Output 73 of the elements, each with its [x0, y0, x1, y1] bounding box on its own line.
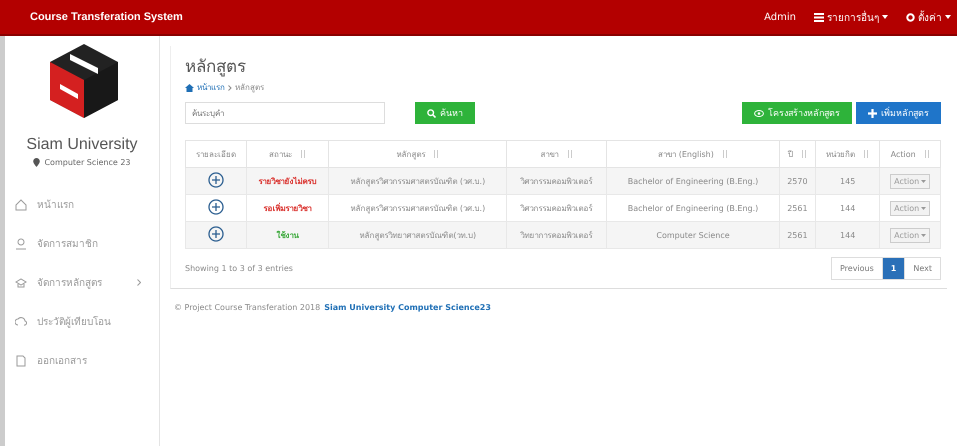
- graduation-cap-icon: [15, 276, 27, 288]
- add-course-button[interactable]: เพิ่มหลักสูตร: [856, 102, 941, 124]
- search-button[interactable]: ค้นหา: [415, 102, 475, 124]
- user-icon: [15, 238, 27, 250]
- sort-icon: [863, 150, 870, 158]
- cloud-icon: [15, 316, 27, 328]
- copyright-text: © Project Course Transferation 2018: [174, 303, 320, 312]
- sort-icon: [300, 150, 306, 158]
- page-title: หลักสูตร: [185, 56, 247, 79]
- department-name: Computer Science 23: [44, 158, 131, 167]
- nav-menu[interactable]: รายการอื่นๆ: [814, 10, 888, 24]
- nav-menu[interactable]: ตั้งค่า: [906, 10, 951, 24]
- table-cell: 145: [816, 168, 880, 194]
- search-icon: [427, 108, 436, 118]
- action-dropdown[interactable]: Action: [890, 228, 930, 242]
- sidebar-item[interactable]: หน้าแรก: [5, 185, 159, 224]
- table-cell: หลักสูตรวิทยาศาสตรบัณฑิต(วท.บ): [328, 222, 507, 248]
- table-cell: วิศวกรรมคอมพิวเตอร์: [506, 168, 607, 194]
- sort-icon: [924, 150, 930, 158]
- table-cell: Computer Science: [606, 222, 780, 248]
- expand-icon[interactable]: [208, 172, 224, 188]
- plus-icon: [868, 108, 877, 118]
- sort-icon: [722, 150, 728, 158]
- caret-icon: [921, 234, 926, 236]
- column-header[interactable]: หลักสูตร: [328, 140, 507, 168]
- location-pin-icon: [33, 158, 40, 167]
- footer-link[interactable]: Siam University Computer Science23: [324, 303, 491, 312]
- sort-icon: [433, 150, 440, 158]
- pagination-button[interactable]: 1: [882, 258, 904, 279]
- column-header[interactable]: สาขา: [506, 140, 607, 168]
- chevron-icon: [228, 84, 232, 90]
- user-link[interactable]: Admin: [764, 12, 796, 22]
- expand-icon[interactable]: [208, 199, 224, 215]
- eye-icon: [754, 108, 764, 118]
- column-header[interactable]: สาขา (English): [606, 140, 780, 168]
- list-icon: [814, 12, 824, 22]
- logo-icon: [48, 42, 120, 120]
- sort-icon: [566, 150, 573, 158]
- table-cell: Bachelor of Engineering (B.Eng.): [606, 168, 780, 194]
- breadcrumb-link[interactable]: หน้าแรก: [197, 81, 225, 94]
- document-icon: [15, 354, 27, 366]
- table-cell: 144: [816, 222, 880, 248]
- status-cell: ใช้งาน: [246, 222, 329, 248]
- pagination-button[interactable]: Previous: [832, 258, 882, 279]
- sort-icon: [800, 150, 807, 158]
- structure-button[interactable]: โครงสร้างหลักสูตร: [742, 102, 852, 124]
- sidebar-item[interactable]: ออกเอกสาร: [5, 341, 159, 380]
- table-cell: 2561: [779, 222, 816, 248]
- caret-icon: [882, 15, 888, 19]
- expand-icon[interactable]: [208, 226, 224, 242]
- action-dropdown[interactable]: Action: [890, 200, 930, 216]
- chevron-icon: [137, 279, 141, 286]
- status-cell: รายวิชายังไม่ครบ: [246, 168, 329, 194]
- pagination-button[interactable]: Next: [904, 258, 940, 279]
- action-dropdown[interactable]: Action: [890, 174, 930, 188]
- search-field[interactable]: ค้นระบุคำ: [185, 102, 385, 124]
- sidebar-item[interactable]: ประวัติผู้เทียบโอน: [5, 302, 159, 341]
- table-cell: 2570: [779, 168, 816, 194]
- entries-info: Showing 1 to 3 of 3 entries: [185, 264, 293, 273]
- sidebar-item[interactable]: จัดการหลักสูตร: [5, 263, 159, 302]
- home-icon: [15, 198, 27, 210]
- caret-icon: [945, 15, 951, 19]
- table-cell: วิทยาการคอมพิวเตอร์: [506, 222, 607, 248]
- home-icon: [185, 84, 194, 92]
- column-header: รายละเอียด: [186, 140, 246, 168]
- university-name: Siam University: [26, 136, 138, 154]
- app-title[interactable]: Course Transferation System: [30, 11, 183, 23]
- caret-icon: [921, 206, 926, 210]
- breadcrumb-link[interactable]: หลักสูตร: [235, 81, 264, 94]
- caret-icon: [921, 180, 926, 182]
- sidebar-item[interactable]: จัดการสมาชิก: [5, 224, 159, 263]
- table-cell: หลักสูตรวิศวกรรมศาสตรบัณฑิต (วศ.บ.): [328, 168, 507, 194]
- gear-icon: [906, 12, 915, 22]
